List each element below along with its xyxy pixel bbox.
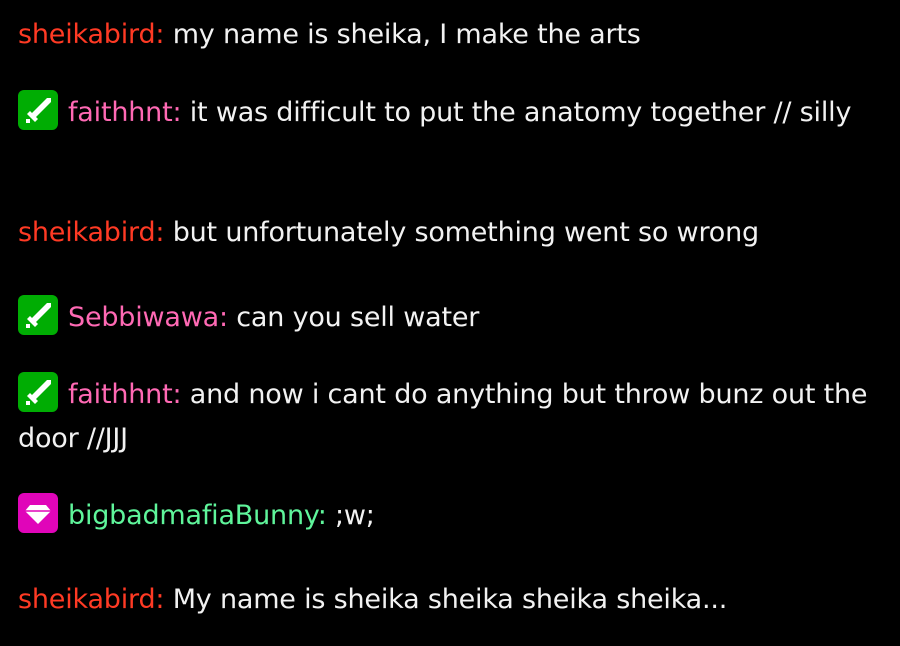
sword-icon[interactable] [18, 295, 58, 335]
chat-message-text: but unfortunately something went so wron… [164, 217, 759, 248]
chat-message-text: can you sell water [227, 302, 480, 333]
chat-username[interactable]: sheikabird [18, 584, 156, 615]
sword-icon[interactable] [18, 90, 58, 130]
sword-icon-glyph [26, 303, 51, 328]
chat-message-text: ;w; [326, 500, 375, 531]
chat-log: sheikabird: my name is sheika, I make th… [0, 0, 900, 646]
chat-message: sheikabird: My name is sheika sheika she… [18, 578, 878, 622]
username-separator: : [155, 19, 165, 50]
username-separator: : [155, 217, 165, 248]
chat-message: sheikabird: my name is sheika, I make th… [18, 13, 878, 57]
chat-username[interactable]: faithhnt [68, 97, 173, 128]
chat-message-text: it was difficult to put the anatomy toge… [181, 97, 852, 128]
sword-icon[interactable] [18, 372, 58, 412]
chat-username[interactable]: sheikabird [18, 217, 156, 248]
chat-message: Sebbiwawa: can you sell water [18, 295, 878, 340]
chat-username[interactable]: bigbadmafiaBunny [68, 500, 318, 531]
chat-username[interactable]: faithhnt [68, 379, 173, 410]
username-separator: : [317, 500, 327, 531]
sword-icon-glyph [26, 380, 51, 405]
chat-username[interactable]: Sebbiwawa [68, 302, 219, 333]
chat-message: faithhnt: and now i cant do anything but… [18, 372, 878, 461]
chat-message-text: My name is sheika sheika sheika sheika..… [164, 584, 728, 615]
diamond-icon[interactable] [18, 493, 58, 533]
chat-message: bigbadmafiaBunny: ;w; [18, 493, 878, 538]
chat-username[interactable]: sheikabird [18, 19, 156, 50]
diamond-icon-glyph [25, 505, 51, 524]
chat-message-text: my name is sheika, I make the arts [164, 19, 641, 50]
sword-icon-glyph [26, 98, 51, 123]
chat-message: sheikabird: but unfortunately something … [18, 211, 878, 255]
username-separator: : [219, 302, 228, 333]
chat-message: faithhnt: it was difficult to put the an… [18, 90, 878, 135]
username-separator: : [155, 584, 165, 615]
